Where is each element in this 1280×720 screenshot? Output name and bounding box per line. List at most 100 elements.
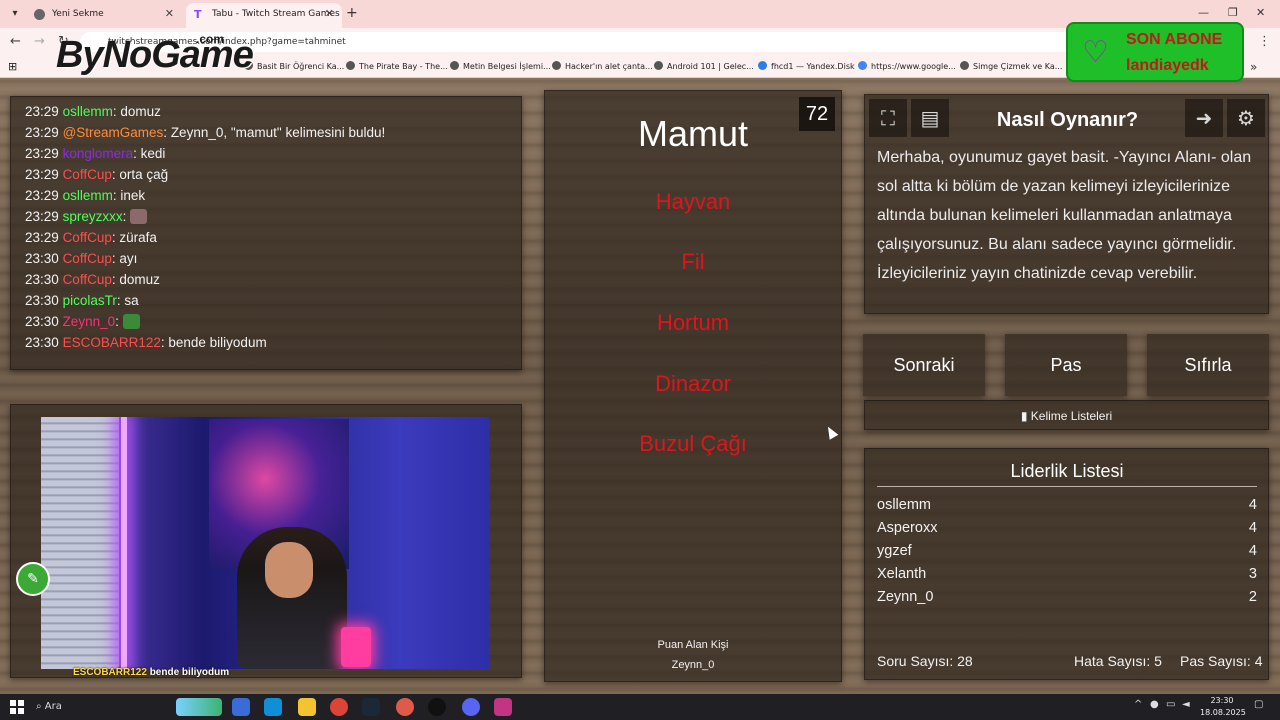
chrome-active-icon[interactable] [396,698,414,716]
tab-title: Yeni Sekme [52,9,104,19]
apps-grid-icon[interactable]: ⊞ [8,56,17,78]
bookmark-item[interactable]: Metin Belgesi İşlemi... [450,56,551,78]
taboo-word: Hayvan [655,189,731,214]
streamer-area-panel: ESCOBARR122 bende biliyodum [10,404,522,678]
reset-button[interactable]: Sıfırla [1147,334,1269,396]
word-lists-button[interactable]: ▮ Kelime Listeleri [864,400,1269,430]
copilot-icon[interactable] [232,698,250,716]
webcam-video [41,417,489,669]
game-page: 23:29 osllemm: domuz 23:29 @StreamGames:… [0,78,1280,694]
bookmark-item[interactable]: Basit Bir Öğrenci Ka... [244,56,344,78]
emote-icon [130,209,148,224]
leaderboard-row: ygzef 4 [877,543,1257,559]
bookmark-item[interactable]: Android 101 | Gelec... [654,56,754,78]
chat-username: CoffCup [62,272,112,287]
steam-icon[interactable] [362,698,380,716]
chat-message: 23:29 CoffCup: orta çağ [25,167,169,182]
taskbar-search[interactable]: ⌕ Ara [36,698,62,716]
bookmark-item[interactable]: https://www.google... [858,56,956,78]
google-icon [858,61,867,70]
target-word: Mamut [637,113,749,154]
last-subscriber-badge: ♡ SON ABONE landiayedk [1066,22,1244,82]
emote-icon [122,314,140,329]
restore-icon[interactable]: ❐ [1228,6,1238,19]
clipboard-icon: ▮ [1020,409,1028,423]
tray-chevron-icon[interactable]: ^ [1134,699,1142,710]
leaderboard-row: osllemm 4 [877,497,1257,513]
chat-message: 23:29 konglomera: kedi [25,146,166,161]
bookmark-item[interactable]: Simge Çizmek ve Ka... [960,56,1062,78]
chat-username: osllemm [62,188,113,203]
back-arrow-icon[interactable]: ← [10,34,21,49]
close-icon[interactable]: ✕ [325,3,334,25]
bookmark-icon [758,61,767,70]
instagram-icon[interactable] [494,698,512,716]
tab-search-chevron-icon[interactable]: ▾ [6,5,24,23]
forward-arrow-icon[interactable]: → [34,34,45,49]
window-close-icon[interactable]: ✕ [1256,6,1265,19]
bookmark-item[interactable]: fhcd1 — Yandex.Disk [758,56,855,78]
discord-icon[interactable] [462,698,480,716]
bookmarks-overflow-icon[interactable]: » [1250,60,1257,74]
word-card: 72 Mamut Hayvan Fil Hortum Dinazor Buzul… [544,90,842,682]
chat-message: 23:30 Zeynn_0: [25,311,507,332]
tab-new-tab[interactable]: Yeni Sekme ✕ [26,3,182,28]
windows-start-icon[interactable] [10,700,24,714]
network-icon[interactable]: ▭ [1166,699,1175,710]
chat-message: 23:29 osllemm: inek [25,188,146,203]
bookmark-icon [960,61,969,70]
chat-username: picolasTr [62,293,117,308]
minimize-icon[interactable]: — [1198,6,1209,19]
file-explorer-icon[interactable] [298,698,316,716]
how-to-play-text: Merhaba, oyunumuz gayet basit. -Yayıncı … [877,149,1252,282]
gear-icon[interactable]: ⚙ [1227,99,1265,137]
window-blinds [41,417,119,669]
taskbar-clock[interactable]: 23:30 18.08.2025 [1200,695,1246,719]
microphone-icon[interactable]: ● [1150,699,1159,710]
chat-username: CoffCup [62,167,112,182]
clock-date: 18.08.2025 [1200,708,1246,717]
heart-icon: ♡ [1082,35,1109,70]
edge-icon[interactable] [264,698,282,716]
chat-message: 23:30 picolasTr: sa [25,293,139,308]
bookmark-item[interactable]: The Pirate Bay - The... [346,56,448,78]
leaderboard-row: Xelanth 3 [877,566,1257,582]
leaderboard-row: Zeynn_0 2 [877,589,1257,605]
error-count: Hata Sayısı: 5 [1074,653,1162,669]
tab-tabu[interactable]: T Tabu - Twitch Stream Games ✕ [186,3,342,28]
weather-widget-icon[interactable] [176,698,222,716]
question-count: Soru Sayısı: 28 [877,653,973,669]
pass-button[interactable]: Pas [1005,334,1127,396]
twitch-icon: T [194,8,202,21]
browser-menu-icon[interactable]: ⋮ [1258,34,1271,49]
last-subscriber-name: landiayedk [1126,57,1209,74]
globe-icon [34,9,45,20]
stream-chat-caption: ESCOBARR122 bende biliyodum [73,667,230,678]
windows-taskbar: ⌕ Ara ^ ● ▭ ◄ 23:30 18.08.2025 ▢ [0,694,1280,720]
chrome-icon[interactable] [330,698,348,716]
obs-icon[interactable] [428,698,446,716]
chat-username: ESCOBARR122 [62,335,161,350]
chat-username: osllemm [62,104,113,119]
bookmark-item[interactable]: Hacker'ın alet çanta... [552,56,653,78]
volume-icon[interactable]: ◄ [1182,699,1190,710]
chat-username: CoffCup [62,251,112,266]
logout-icon[interactable]: ➜ [1185,99,1223,137]
search-icon: ⌕ [36,701,42,712]
close-icon[interactable]: ✕ [165,3,174,25]
chat-message: 23:30 CoffCup: domuz [25,272,160,287]
taboo-word: Hortum [656,310,730,335]
chat-username: @StreamGames [62,125,164,140]
leaderboard-row: Asperoxx 4 [877,520,1257,536]
neon-light [121,417,127,669]
word-lists-label: Kelime Listeleri [1030,409,1113,423]
streamer-tool-icon[interactable]: ✎ [16,562,50,596]
new-tab-button[interactable]: + [346,5,358,21]
chat-message: 23:30 ESCOBARR122: bende biliyodum [25,335,267,350]
chat-username: konglomera [62,146,134,161]
taboo-word: Buzul Çağı [639,431,747,456]
notifications-icon[interactable]: ▢ [1254,699,1263,710]
bookmark-icon [552,61,561,70]
how-to-play-panel: ⛶ ▤ Nasıl Oynanır? ➜ ⚙ Merhaba, oyunumuz… [864,94,1269,314]
next-button[interactable]: Sonraki [863,334,985,396]
